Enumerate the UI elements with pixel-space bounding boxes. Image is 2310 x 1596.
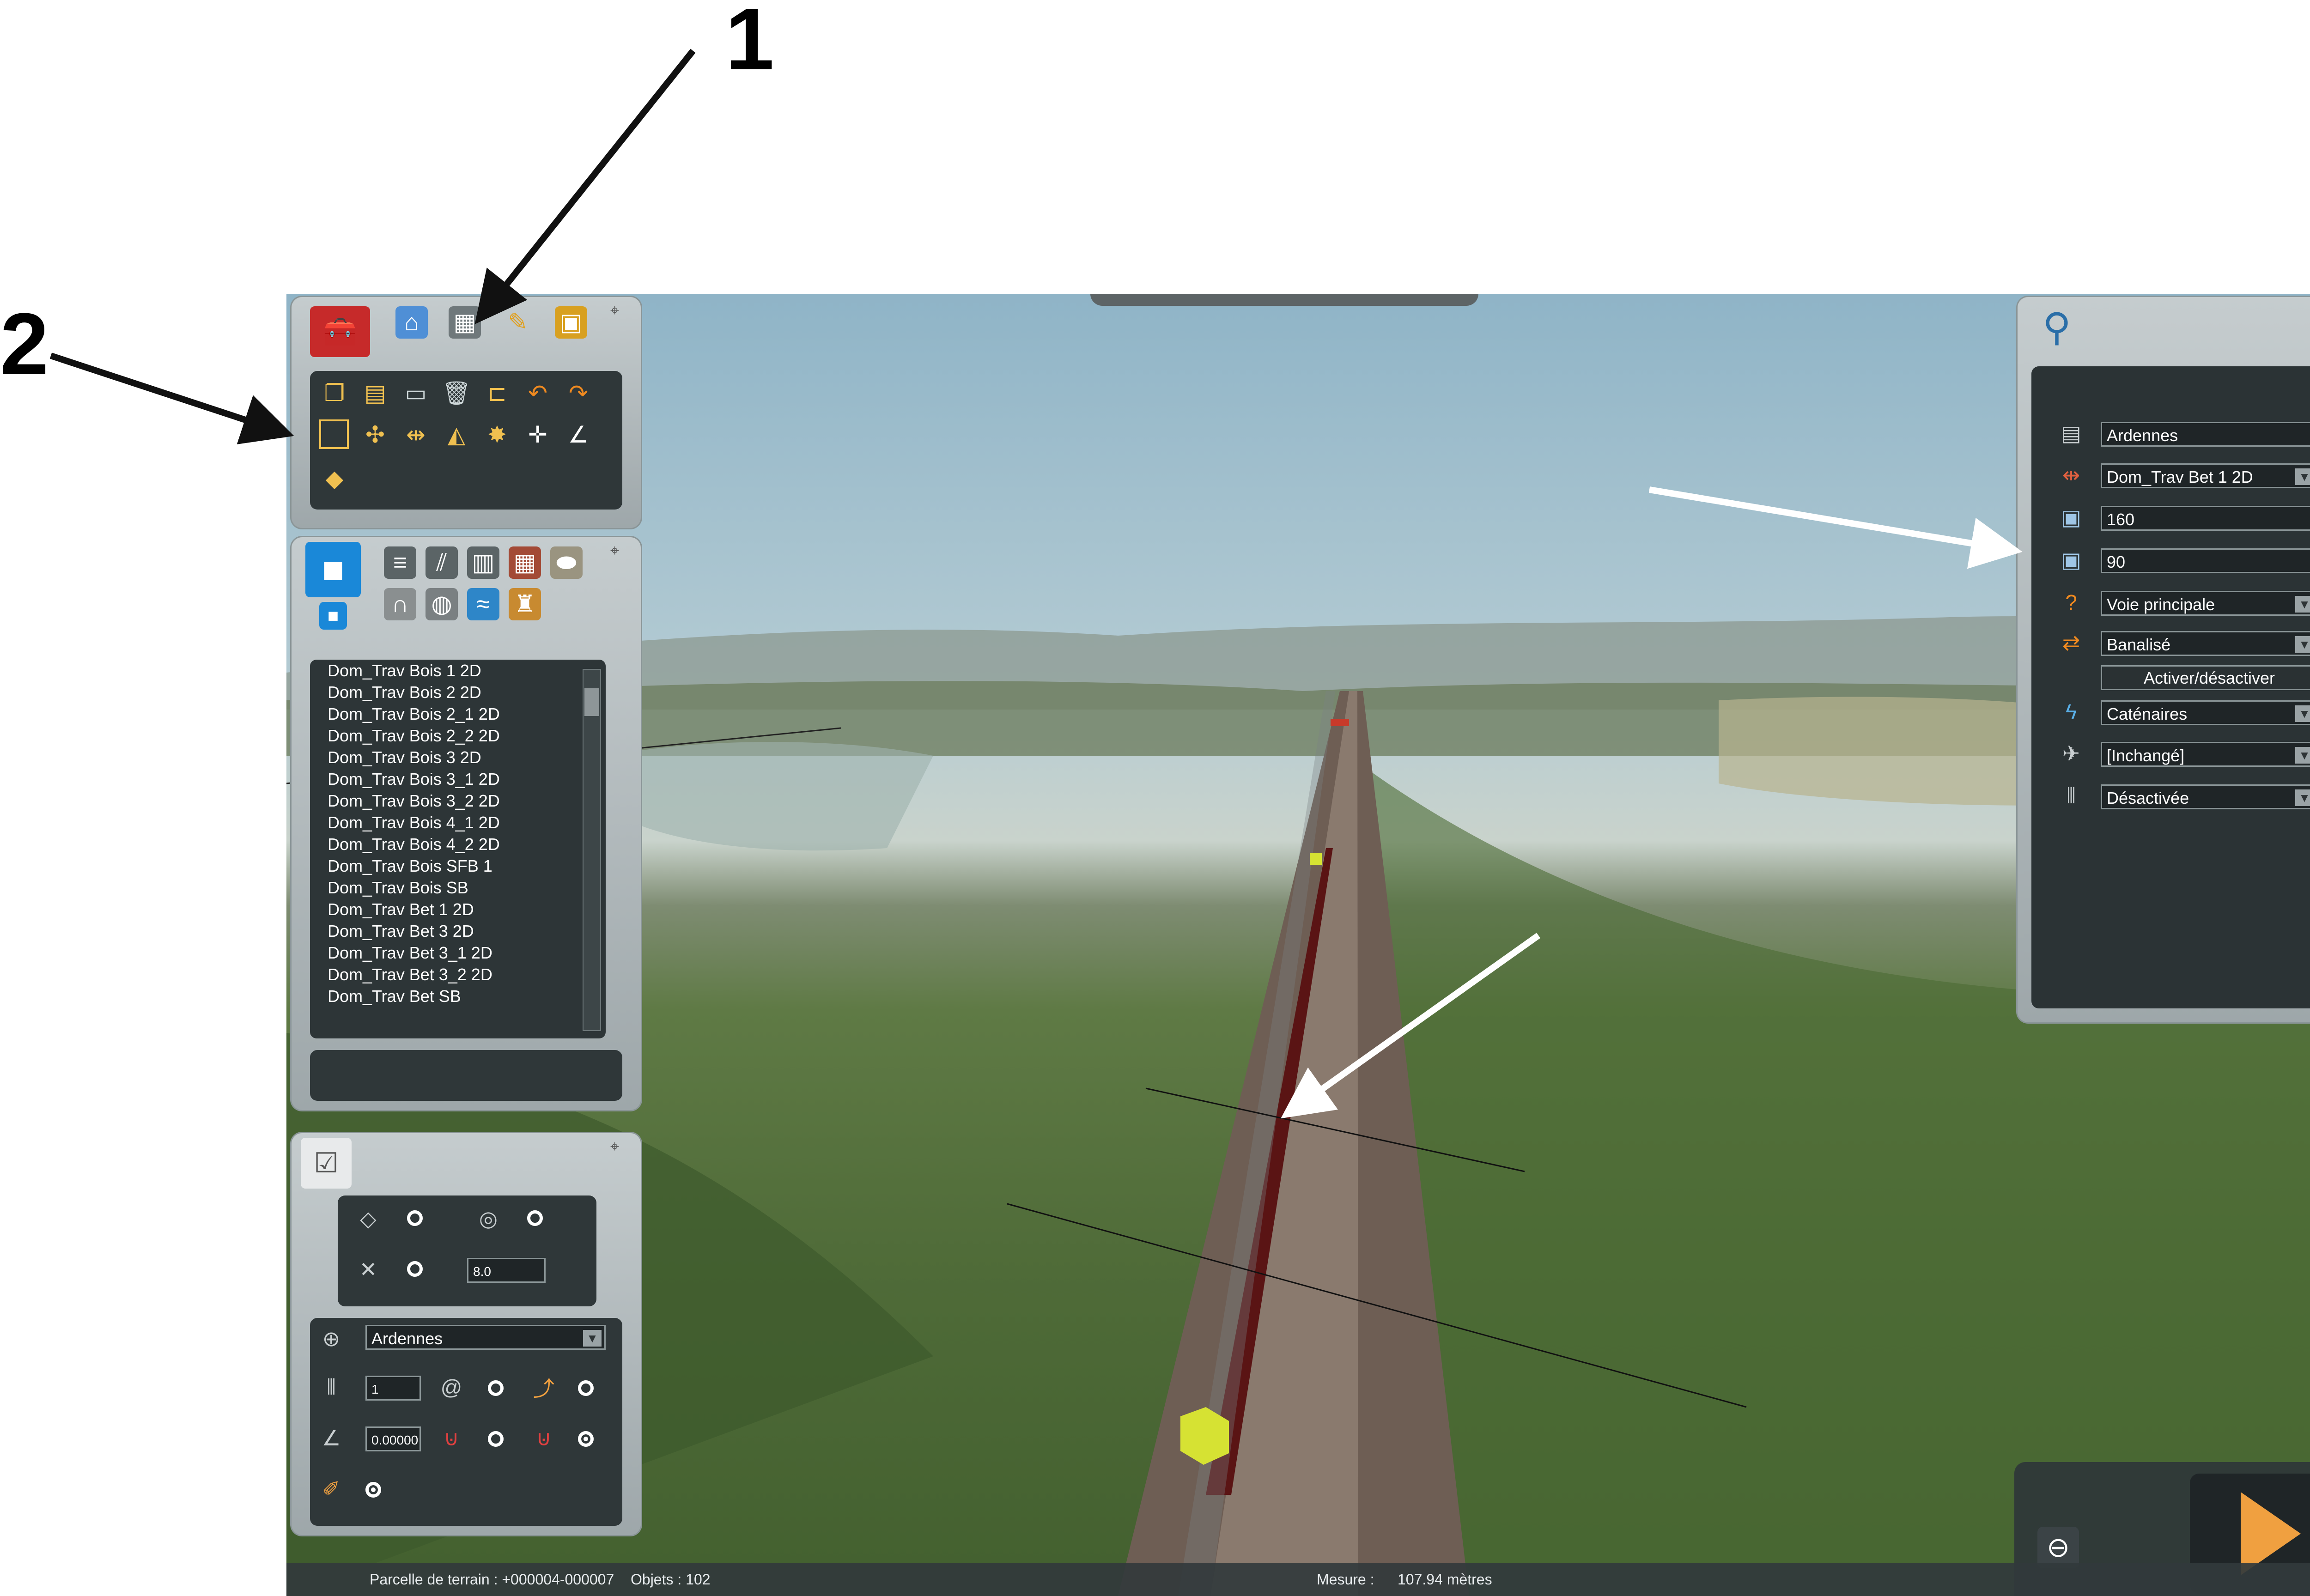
arrow-3 bbox=[1281, 933, 1541, 1119]
arrow-2 bbox=[49, 352, 294, 444]
arrow-1 bbox=[474, 49, 696, 324]
annotation-arrows bbox=[49, 49, 2023, 1119]
arrow-4 bbox=[1648, 486, 2023, 569]
